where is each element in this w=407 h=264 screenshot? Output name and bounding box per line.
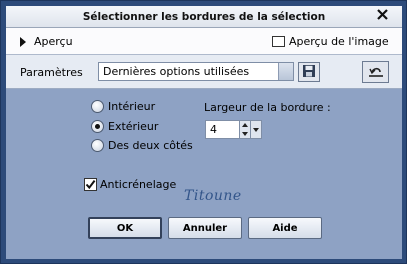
spinner-down-button[interactable] (240, 130, 250, 139)
dialog-window: Sélectionner les bordures de la sélectio… (0, 0, 407, 264)
image-preview-checkbox[interactable]: Aperçu de l'image (272, 35, 389, 48)
reset-button[interactable] (362, 61, 389, 83)
spinner-arrows (240, 120, 251, 139)
expand-triangle-icon (20, 36, 26, 47)
antialias-box[interactable] (84, 178, 97, 191)
floppy-disk-icon (302, 64, 316, 81)
params-label: Paramètres (20, 66, 83, 79)
preview-bar: Aperçu Aperçu de l'image (6, 28, 402, 55)
antialias-checkbox[interactable]: Anticrénelage (84, 178, 176, 191)
cancel-button[interactable]: Annuler (168, 217, 242, 239)
border-width-input[interactable] (205, 120, 240, 139)
signature-watermark: Titoune (184, 188, 242, 204)
radio-inside[interactable]: Intérieur (91, 100, 155, 113)
radio-outside-label: Extérieur (108, 120, 159, 133)
radio-both-label: Des deux côtés (108, 139, 193, 152)
preview-label: Aperçu (34, 35, 73, 48)
border-width-label: Largeur de la bordure : (204, 101, 331, 114)
image-preview-label: Aperçu de l'image (289, 35, 389, 48)
title-bar: Sélectionner les bordures de la sélectio… (6, 6, 402, 28)
spinner-dropdown-button[interactable] (251, 120, 262, 139)
dropdown-button[interactable] (278, 63, 293, 80)
preset-value: Dernières options utilisées (103, 65, 250, 78)
radio-both-dot[interactable] (91, 139, 104, 152)
antialias-label: Anticrénelage (100, 178, 177, 191)
save-preset-button[interactable] (298, 62, 320, 82)
presets-bar: Paramètres Dernières options utilisées (6, 55, 402, 89)
spinner-up-button[interactable] (240, 121, 250, 130)
preset-dropdown[interactable]: Dernières options utilisées (98, 62, 294, 81)
reset-icon (367, 63, 385, 82)
radio-inside-label: Intérieur (108, 100, 156, 113)
radio-outside[interactable]: Extérieur (91, 120, 158, 133)
radio-outside-dot[interactable] (91, 120, 104, 133)
ok-button[interactable]: OK (88, 217, 162, 239)
preview-toggle[interactable]: Aperçu (20, 35, 73, 48)
radio-both[interactable]: Des deux côtés (91, 139, 193, 152)
image-preview-box[interactable] (272, 36, 285, 47)
checkmark-icon (85, 179, 96, 190)
close-button[interactable] (374, 8, 390, 24)
border-width-spinner (205, 120, 265, 139)
dialog-body: Aperçu Aperçu de l'image Paramètres Dern… (6, 28, 402, 259)
close-icon (376, 9, 388, 23)
radio-inside-dot[interactable] (91, 100, 104, 113)
help-button[interactable]: Aide (248, 217, 322, 239)
dialog-title: Sélectionner les bordures de la sélectio… (82, 10, 326, 23)
